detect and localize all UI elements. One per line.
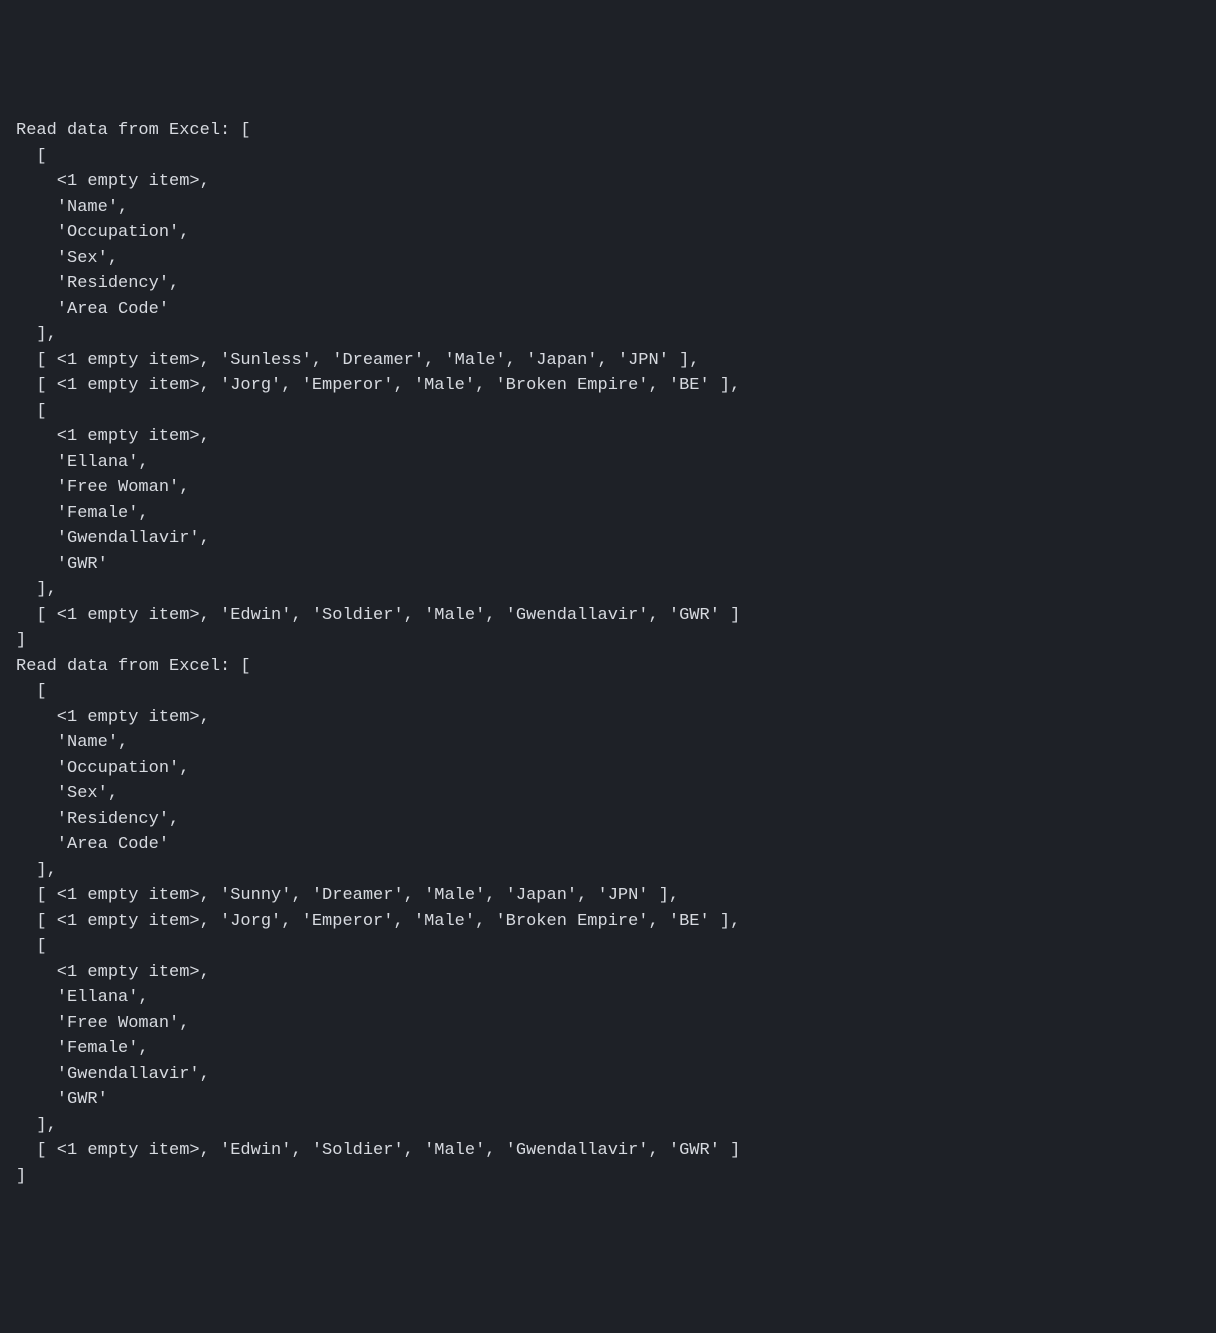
console-output: Read data from Excel: [ [ <1 empty item>…: [16, 118, 1200, 1189]
console-text: Read data from Excel: [ [ <1 empty item>…: [16, 121, 740, 1186]
